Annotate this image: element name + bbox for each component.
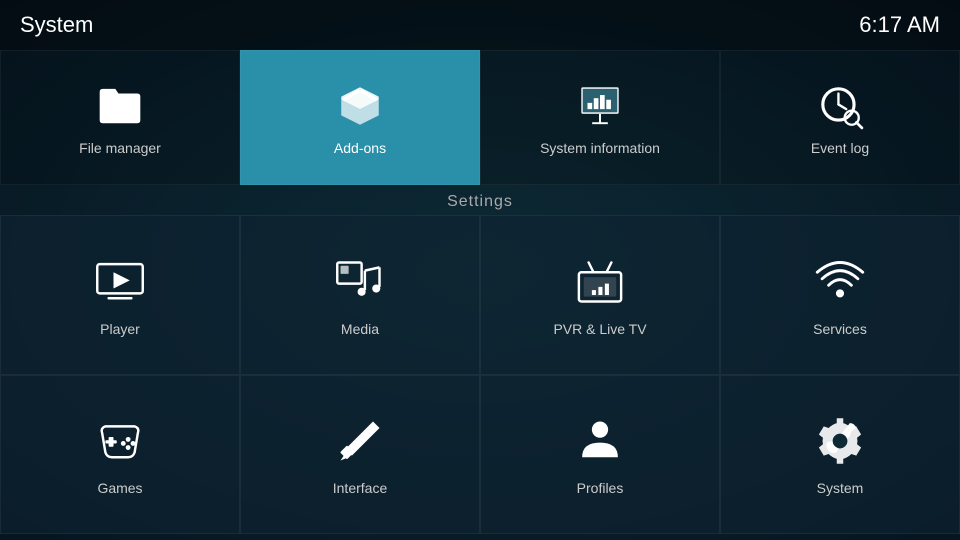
top-menu-event-log[interactable]: Event log bbox=[720, 50, 960, 185]
profiles-icon bbox=[571, 412, 629, 470]
top-menu: File manager Add-ons bbox=[0, 50, 960, 185]
media-label: Media bbox=[341, 321, 379, 337]
settings-section: Settings bbox=[0, 185, 960, 215]
services-icon bbox=[811, 253, 869, 311]
pvr-live-tv-label: PVR & Live TV bbox=[553, 321, 646, 337]
profiles-label: Profiles bbox=[577, 480, 624, 496]
file-manager-icon bbox=[94, 80, 146, 132]
player-label: Player bbox=[100, 321, 140, 337]
top-menu-add-ons[interactable]: Add-ons bbox=[240, 50, 480, 185]
grid-item-pvr-live-tv[interactable]: PVR & Live TV bbox=[480, 215, 720, 375]
event-log-label: Event log bbox=[811, 140, 869, 156]
grid-item-games[interactable]: Games bbox=[0, 375, 240, 535]
grid-item-interface[interactable]: Interface bbox=[240, 375, 480, 535]
add-ons-icon bbox=[334, 80, 386, 132]
top-menu-system-information[interactable]: System information bbox=[480, 50, 720, 185]
media-icon bbox=[331, 253, 389, 311]
grid-item-system[interactable]: System bbox=[720, 375, 960, 535]
system-information-label: System information bbox=[540, 140, 660, 156]
interface-icon bbox=[331, 412, 389, 470]
interface-label: Interface bbox=[333, 480, 387, 496]
system-label: System bbox=[817, 480, 864, 496]
event-log-icon bbox=[814, 80, 866, 132]
system-icon bbox=[811, 412, 869, 470]
games-label: Games bbox=[97, 480, 142, 496]
grid-item-services[interactable]: Services bbox=[720, 215, 960, 375]
clock: 6:17 AM bbox=[859, 12, 940, 38]
grid-item-profiles[interactable]: Profiles bbox=[480, 375, 720, 535]
file-manager-label: File manager bbox=[79, 140, 161, 156]
settings-grid: Player Media bbox=[0, 215, 960, 534]
services-label: Services bbox=[813, 321, 867, 337]
app-title: System bbox=[20, 12, 93, 38]
grid-item-media[interactable]: Media bbox=[240, 215, 480, 375]
player-icon bbox=[91, 253, 149, 311]
grid-item-player[interactable]: Player bbox=[0, 215, 240, 375]
top-menu-file-manager[interactable]: File manager bbox=[0, 50, 240, 185]
pvr-live-tv-icon bbox=[571, 253, 629, 311]
settings-title: Settings bbox=[447, 193, 513, 210]
system-information-icon bbox=[574, 80, 626, 132]
add-ons-label: Add-ons bbox=[334, 140, 386, 156]
games-icon bbox=[91, 412, 149, 470]
top-bar: System 6:17 AM bbox=[0, 0, 960, 50]
